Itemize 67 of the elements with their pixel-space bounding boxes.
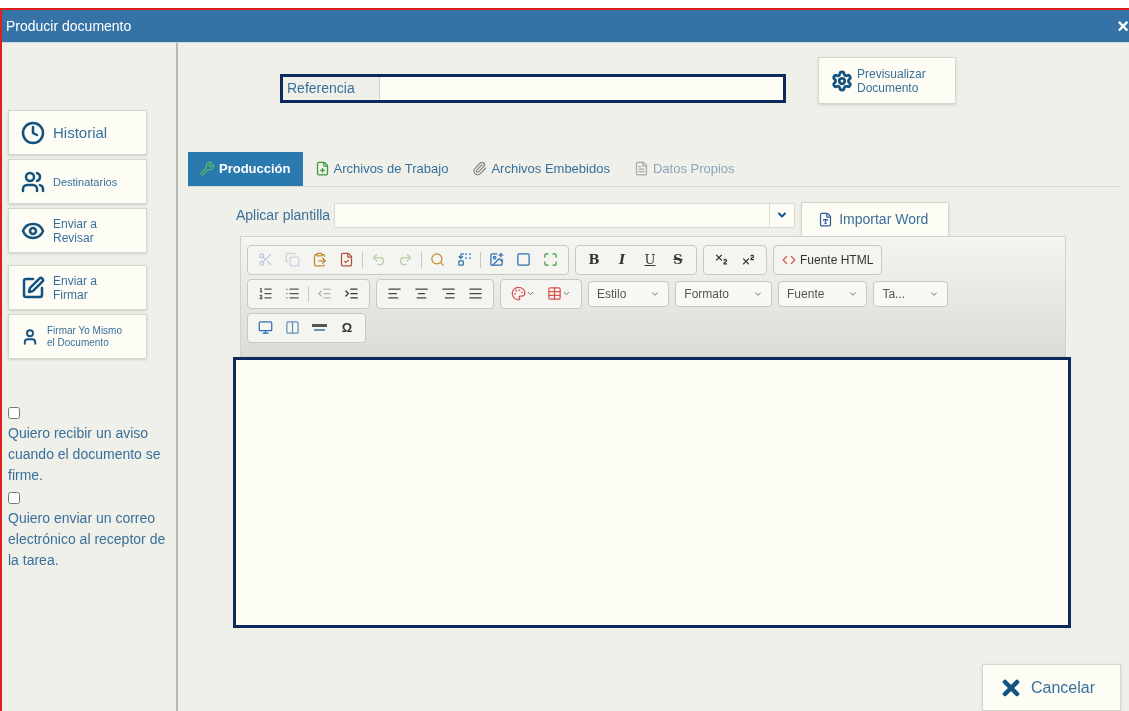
bullet-list-icon (285, 286, 300, 302)
horizontal-line-icon (312, 324, 327, 332)
paperclip-icon (472, 161, 488, 177)
redo-icon (398, 252, 413, 268)
checkbox-label: Quiero recibir un aviso cuando el documento se firme. (8, 424, 162, 485)
subscript-icon (714, 252, 729, 268)
table-icon (547, 286, 562, 302)
dropdown-button[interactable]: Estilo (588, 280, 670, 307)
clock-icon (21, 120, 45, 145)
outdent-icon (317, 286, 332, 302)
wrench-icon (200, 161, 215, 177)
monitor-icon (258, 320, 273, 336)
tab[interactable]: Producción (188, 151, 303, 186)
sidebar-button[interactable]: Destinatarios (8, 159, 147, 204)
align-right-icon (441, 286, 456, 302)
user-icon (21, 327, 39, 346)
import-button[interactable]: Importar Word (801, 201, 950, 237)
align-left-icon (387, 286, 402, 302)
checkbox-label: Quiero enviar un correo electrónico al receptor de la tarea. (8, 509, 167, 570)
checkbox[interactable] (8, 407, 20, 419)
columns-icon (285, 320, 300, 336)
format-button[interactable]: I (608, 247, 636, 272)
editor-area[interactable] (233, 356, 1071, 628)
sidebar-button[interactable]: Enviar a Revisar (8, 208, 147, 253)
pen-icon (21, 275, 45, 300)
sidebar-button[interactable]: Firmar Yo Mismo el Documento (8, 314, 147, 359)
document-icon (818, 211, 834, 227)
undo-icon (371, 252, 386, 268)
format-button[interactable]: Ω (333, 315, 361, 340)
square-icon (516, 252, 531, 268)
field-label: Aplicar plantilla (236, 205, 331, 225)
document-icon (633, 161, 649, 177)
settings-icon (831, 69, 853, 92)
sidebar-button[interactable]: Historial (8, 110, 147, 155)
format-button[interactable]: S (664, 247, 692, 272)
align-justify-icon (468, 286, 483, 302)
superscript-icon (741, 252, 756, 268)
numbered-list-icon (258, 286, 273, 302)
source-button[interactable]: Fuente HTML (778, 247, 878, 272)
file-check-icon (339, 252, 354, 268)
checkbox[interactable] (8, 492, 20, 504)
maximize-icon (543, 252, 558, 268)
indent-icon (344, 286, 359, 302)
replace-icon (457, 252, 472, 268)
preview-button[interactable]: Previsualizar Documento (818, 57, 956, 104)
format-button[interactable]: B (580, 247, 608, 272)
tab[interactable]: Archivos de Trabajo (302, 151, 461, 186)
tab[interactable]: Archivos Embebidos (460, 151, 622, 186)
dropdown-button[interactable]: Fuente (778, 280, 868, 307)
file-plus-icon (314, 161, 330, 177)
dropdown-button[interactable]: Formato (675, 280, 773, 307)
scissors-icon (258, 252, 273, 268)
copy-icon (285, 252, 300, 268)
close-button[interactable]: × (1117, 16, 1129, 36)
clipboard-icon (312, 252, 327, 268)
palette-icon (511, 286, 526, 302)
sidebar-button[interactable]: Enviar a Firmar (8, 265, 147, 310)
reference-field[interactable]: Referencia (280, 74, 786, 103)
users-icon (21, 169, 45, 194)
field-label: Referencia (283, 77, 380, 100)
dropdown-button[interactable]: Ta... (873, 280, 949, 307)
cancel-button[interactable]: Cancelar (982, 664, 1121, 711)
format-button[interactable]: U (636, 247, 664, 272)
image-icon (489, 252, 504, 268)
window-title: Producir documento (6, 16, 132, 36)
align-center-icon (414, 286, 429, 302)
search-icon (430, 252, 445, 268)
